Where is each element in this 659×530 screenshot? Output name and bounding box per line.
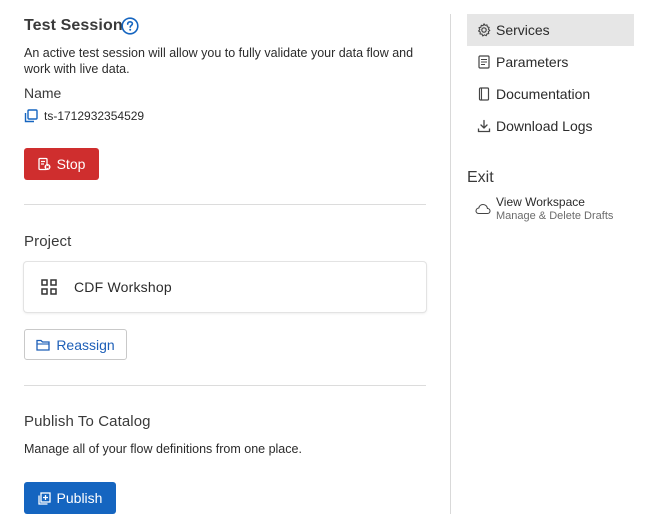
stop-button[interactable]: Stop bbox=[24, 148, 99, 180]
copy-icon[interactable] bbox=[24, 109, 38, 123]
sidebar-item-documentation[interactable]: Documentation bbox=[467, 78, 634, 110]
view-workspace-label: View Workspace bbox=[496, 195, 585, 209]
name-label: Name bbox=[24, 85, 62, 101]
folder-icon bbox=[36, 339, 50, 351]
parameters-icon bbox=[478, 55, 490, 69]
exit-title: Exit bbox=[467, 169, 494, 186]
publish-button[interactable]: Publish bbox=[24, 482, 116, 514]
publish-description: Manage all of your flow definitions from… bbox=[24, 442, 302, 456]
test-session-description-2: work with live data. bbox=[24, 62, 130, 76]
reassign-button-label: Reassign bbox=[56, 336, 115, 353]
view-workspace-sublabel: Manage & Delete Drafts bbox=[496, 210, 614, 222]
project-title: Project bbox=[24, 233, 72, 250]
sidebar-item-download-logs[interactable]: Download Logs bbox=[467, 110, 634, 142]
download-icon bbox=[477, 119, 491, 133]
publish-title: Publish To Catalog bbox=[24, 413, 151, 430]
publish-button-label: Publish bbox=[56, 490, 103, 506]
sidebar-item-parameters[interactable]: Parameters bbox=[467, 46, 634, 78]
sidebar-item-label: Services bbox=[496, 22, 550, 38]
publish-icon bbox=[37, 491, 51, 505]
sidebar-item-services[interactable]: Services bbox=[467, 14, 634, 46]
test-session-title: Test Session bbox=[24, 17, 123, 34]
session-id-row: ts-1712932354529 bbox=[24, 108, 144, 124]
stop-button-label: Stop bbox=[56, 156, 86, 172]
view-workspace-link[interactable]: View Workspace Manage & Delete Drafts bbox=[475, 195, 613, 223]
test-session-description-1: An active test session will allow you to… bbox=[24, 46, 414, 60]
section-divider bbox=[24, 204, 426, 205]
project-grid-icon bbox=[41, 279, 57, 295]
help-icon[interactable] bbox=[121, 17, 139, 35]
gear-icon bbox=[478, 23, 491, 37]
test-session-panel: Test Session An active test session will… bbox=[24, 0, 426, 530]
sidebar-item-label: Parameters bbox=[496, 54, 569, 70]
sidebar-item-label: Documentation bbox=[496, 86, 591, 102]
documentation-icon bbox=[478, 87, 490, 101]
project-card[interactable]: CDF Workshop bbox=[24, 262, 426, 312]
session-id: ts-1712932354529 bbox=[44, 109, 145, 123]
stop-session-icon bbox=[37, 157, 51, 171]
sidebar-divider bbox=[450, 14, 451, 514]
reassign-button[interactable]: Reassign bbox=[24, 329, 127, 360]
sidebar-item-label: Download Logs bbox=[496, 118, 593, 134]
project-name: CDF Workshop bbox=[74, 279, 172, 295]
cloud-icon bbox=[475, 203, 491, 215]
section-divider bbox=[24, 385, 426, 386]
